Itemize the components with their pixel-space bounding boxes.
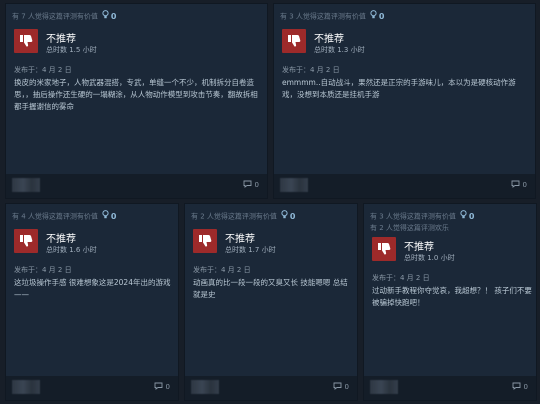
review-footer: 0: [6, 376, 178, 400]
review-text: 换皮的米家地子，人物武器混搭，专武，单缝一个不少，机制拆分自卷造思，，抽后操作还…: [14, 78, 258, 111]
verdict-label: 不推荐: [314, 34, 344, 45]
avatar[interactable]: [12, 178, 40, 192]
verdict-label: 不推荐: [46, 234, 76, 245]
lightbulb-icon: [460, 210, 467, 223]
review-footer: 0: [6, 174, 267, 198]
thumbs-down-icon: [193, 229, 217, 253]
comment-bubble-icon: [511, 180, 520, 190]
helpful-count: 0: [110, 12, 117, 21]
hours-played: 总时数 1.0 小时: [404, 254, 455, 262]
posted-date: 发布于：4 月 2 日: [372, 274, 430, 282]
comment-count-value: 0: [344, 383, 349, 391]
helpful-text: 有 7 人觉得这篇评测有价值: [12, 12, 98, 21]
helpful-count-row: 有 7 人觉得这篇评测有价值 0: [12, 10, 116, 23]
hours-played: 总时数 1.6 小时: [46, 246, 97, 254]
review-text: 动画真的比一段一段的又臭又长 技能嗯嗯 总结就是史: [193, 278, 348, 299]
comment-count-value: 0: [254, 181, 259, 189]
verdict-label: 不推荐: [46, 34, 76, 45]
thumbs-down-icon: [282, 29, 306, 53]
comment-count-value: 0: [165, 383, 170, 391]
avatar[interactable]: [280, 178, 308, 192]
lightbulb-icon: [281, 210, 288, 223]
comment-count[interactable]: 0: [511, 180, 527, 190]
review-footer: 0: [274, 174, 535, 198]
posted-date: 发布于：4 月 2 日: [193, 266, 251, 274]
hours-played: 总时数 1.3 小时: [314, 46, 365, 54]
lightbulb-icon: [370, 10, 377, 23]
comment-count[interactable]: 0: [243, 180, 259, 190]
review-card[interactable]: 有 3 人觉得这篇评测有价值 0 不推荐 总时数 1.3 小时 发布于：4 月 2…: [273, 3, 536, 199]
comment-count[interactable]: 0: [154, 382, 170, 392]
helpful-text: 有 4 人觉得这篇评测有价值: [12, 212, 98, 221]
helpful-count-row: 有 3 人觉得这篇评测有价值 0: [280, 10, 384, 23]
comment-bubble-icon: [512, 382, 521, 392]
posted-date: 发布于：4 月 2 日: [14, 266, 72, 274]
review-text: 过动新手教程你夺觉哀，我超想？！ 孩子们不要被骗掉快跑吧！: [372, 286, 532, 307]
helpful-count-row: 有 2 人觉得这篇评测有价值 0: [191, 210, 295, 223]
review-footer: 0: [364, 376, 536, 400]
thumbs-down-icon: [14, 229, 38, 253]
helpful-count: 0: [468, 212, 475, 221]
avatar[interactable]: [12, 380, 40, 394]
review-footer: 0: [185, 376, 357, 400]
comment-bubble-icon: [243, 180, 252, 190]
helpful-count-row: 有 3 人觉得这篇评测有价值 0 有 2 人觉得这篇评测欢乐: [370, 210, 474, 234]
verdict-label: 不推荐: [225, 234, 255, 245]
review-card[interactable]: 有 3 人觉得这篇评测有价值 0 有 2 人觉得这篇评测欢乐 不推荐 总时数 1.…: [363, 203, 537, 401]
thumbs-down-icon: [14, 29, 38, 53]
helpful-count-row: 有 4 人觉得这篇评测有价值 0: [12, 210, 116, 223]
lightbulb-icon: [102, 10, 109, 23]
thumbs-down-icon: [372, 237, 396, 261]
comment-count[interactable]: 0: [333, 382, 349, 392]
helpful-count: 0: [289, 212, 296, 221]
posted-date: 发布于：4 月 2 日: [14, 66, 72, 74]
review-card[interactable]: 有 2 人觉得这篇评测有价值 0 不推荐 总时数 1.7 小时 发布于：4 月 2…: [184, 203, 358, 401]
hours-played: 总时数 1.7 小时: [225, 246, 276, 254]
helpful-count: 0: [378, 12, 385, 21]
comment-bubble-icon: [333, 382, 342, 392]
lightbulb-icon: [102, 210, 109, 223]
review-text: emmmm..自动战斗，果然还是正宗的手游味儿，本以为是硬核动作游戏，没想到本质…: [282, 78, 516, 99]
comment-bubble-icon: [154, 382, 163, 392]
review-card[interactable]: 有 7 人觉得这篇评测有价值 0 不推荐 总时数 1.5 小时 发布于：4 月 2…: [5, 3, 268, 199]
hours-played: 总时数 1.5 小时: [46, 46, 97, 54]
helpful-count: 0: [110, 212, 117, 221]
review-card[interactable]: 有 4 人觉得这篇评测有价值 0 不推荐 总时数 1.6 小时 发布于：4 月 2…: [5, 203, 179, 401]
funny-count-text: 有 2 人觉得这篇评测欢乐: [370, 224, 449, 232]
avatar[interactable]: [191, 380, 219, 394]
helpful-text: 有 3 人觉得这篇评测有价值: [370, 212, 456, 221]
verdict-label: 不推荐: [404, 242, 434, 253]
comment-count-value: 0: [522, 181, 527, 189]
comment-count-value: 0: [523, 383, 528, 391]
comment-count[interactable]: 0: [512, 382, 528, 392]
helpful-text: 有 2 人觉得这篇评测有价值: [191, 212, 277, 221]
helpful-text: 有 3 人觉得这篇评测有价值: [280, 12, 366, 21]
review-text: 这垃圾操作手感 很难想象这是2024年出的游戏——: [14, 278, 171, 299]
posted-date: 发布于：4 月 2 日: [282, 66, 340, 74]
avatar[interactable]: [370, 380, 398, 394]
